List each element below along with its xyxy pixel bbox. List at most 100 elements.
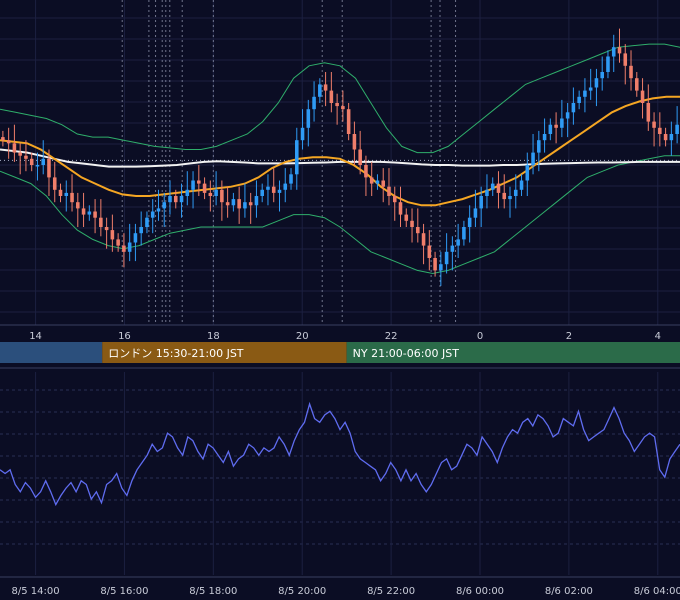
candle-body (658, 127, 662, 134)
candle-body (6, 140, 11, 144)
candle-body (369, 177, 374, 184)
candle-body (12, 143, 17, 153)
indicator-x-tick-label: 8/5 22:00 (367, 586, 415, 597)
candle-body (554, 124, 558, 128)
candle-body (173, 196, 178, 203)
candle-body (669, 134, 674, 141)
indicator-x-tick-label: 8/6 00:00 (456, 586, 504, 597)
candle-body (502, 192, 507, 200)
candle-body (237, 199, 241, 209)
indicator-x-tick-label: 8/6 02:00 (545, 586, 593, 597)
candle-body (243, 202, 247, 209)
candle-body (214, 189, 218, 196)
candle-body (629, 65, 633, 79)
candle-body (162, 202, 167, 209)
candle-body (525, 165, 530, 181)
candle-body (479, 196, 483, 209)
session-block (0, 342, 103, 363)
candle-body (364, 165, 368, 178)
candle-body (271, 186, 276, 193)
candle-body (156, 208, 161, 212)
candle-body (70, 192, 74, 203)
candle-body (485, 189, 489, 196)
candle-body (427, 245, 432, 258)
candle-body (248, 202, 253, 206)
chart-background (0, 0, 680, 600)
candle-body (410, 220, 414, 227)
candle-body (496, 183, 501, 193)
candle-body (404, 214, 409, 221)
candle-body (416, 227, 420, 234)
candle-body (375, 180, 380, 184)
candle-body (76, 202, 80, 209)
candle-body (623, 53, 628, 66)
candle-body (127, 242, 132, 252)
candle-body (335, 103, 339, 107)
candle-body (277, 189, 282, 193)
candle-body (513, 189, 518, 196)
indicator-x-tick-label: 8/5 16:00 (100, 586, 148, 597)
indicator-x-tick-label: 8/5 20:00 (278, 586, 326, 597)
candle-body (99, 217, 103, 227)
candle-body (1, 137, 5, 141)
candle-body (191, 180, 195, 190)
candle-body (640, 90, 645, 103)
candle-body (542, 134, 547, 141)
candle-body (312, 96, 316, 110)
candle-body (634, 78, 639, 91)
candle-body (537, 140, 541, 153)
chart-root: 14 16 18 20 22 0 2 4 ロンドン 15:30-21:00 JST NY 21:… (0, 0, 680, 600)
candle-body (329, 90, 334, 103)
candle-body (266, 186, 270, 190)
candle-body (260, 189, 264, 196)
candle-body (571, 103, 576, 113)
candle-body (652, 121, 656, 128)
candle-body (346, 109, 351, 134)
candle-body (231, 199, 236, 206)
candle-body (24, 155, 28, 159)
candle-body (473, 208, 478, 218)
candle-body (606, 56, 610, 72)
session-label: ロンドン 15:30-21:00 JST (108, 347, 244, 360)
candle-body (87, 211, 92, 215)
candle-body (116, 239, 120, 246)
candle-body (583, 90, 587, 97)
candle-body (462, 227, 466, 240)
candle-body (588, 87, 593, 91)
candle-body (565, 112, 570, 119)
candle-body (594, 78, 599, 88)
candle-body (225, 202, 230, 206)
candle-body (52, 177, 57, 190)
candle-body (519, 180, 524, 190)
candle-body (490, 183, 495, 190)
candle-body (450, 245, 455, 252)
candle-body (185, 189, 190, 196)
candle-body (64, 192, 69, 196)
candle-body (202, 183, 207, 193)
indicator-x-tick-label: 8/6 04:00 (634, 586, 680, 597)
candle-body (41, 158, 46, 165)
candle-body (133, 233, 138, 243)
candle-body (145, 217, 149, 227)
candle-body (289, 174, 293, 184)
candle-body (600, 72, 604, 79)
candle-body (341, 106, 345, 110)
candle-body (421, 233, 426, 246)
candle-body (577, 96, 581, 103)
candle-body (392, 196, 397, 203)
candle-body (323, 84, 328, 91)
candle-body (444, 251, 449, 265)
candle-body (220, 189, 224, 203)
candle-body (110, 230, 115, 240)
candle-body (179, 196, 184, 203)
candle-body (47, 158, 51, 178)
candle-body (358, 149, 362, 165)
candle-body (387, 186, 391, 196)
candle-body (398, 202, 403, 215)
candle-body (168, 196, 172, 203)
candle-body (104, 227, 109, 231)
session-bar: ロンドン 15:30-21:00 JST NY 21:00-06:00 JST (0, 340, 680, 369)
candle-body (283, 183, 288, 190)
candle-body (663, 134, 668, 141)
candle-body (611, 47, 616, 57)
